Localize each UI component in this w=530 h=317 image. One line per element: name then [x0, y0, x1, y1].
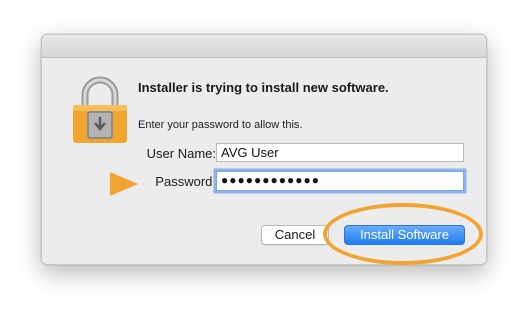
password-field[interactable]: ●●●●●●●●●●●●: [216, 171, 464, 191]
username-label: User Name:: [146, 146, 216, 161]
arrow-right-icon: [110, 172, 138, 196]
username-field[interactable]: AVG User: [216, 143, 464, 162]
title-bar[interactable]: [42, 35, 486, 58]
cancel-button[interactable]: Cancel: [261, 225, 329, 245]
lock-installer-icon: [73, 76, 127, 143]
dialog-subtext: Enter your password to allow this.: [138, 119, 303, 131]
dialog-heading: Installer is trying to install new softw…: [138, 80, 389, 95]
install-auth-dialog: Installer is trying to install new softw…: [41, 34, 487, 265]
install-software-button[interactable]: Install Software: [344, 225, 465, 245]
